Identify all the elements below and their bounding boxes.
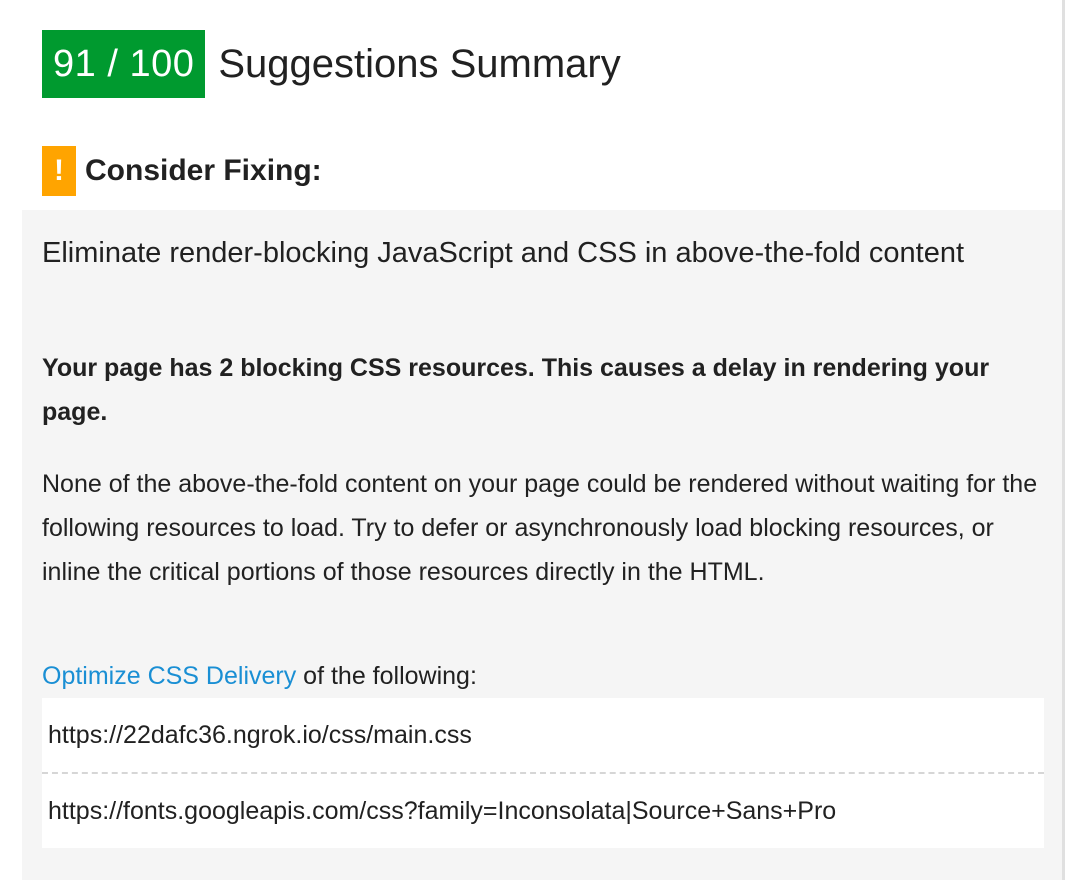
consider-fixing-heading: ! Consider Fixing: <box>42 146 322 196</box>
resource-list: https://22dafc36.ngrok.io/css/main.css h… <box>42 698 1044 848</box>
rule-title[interactable]: Eliminate render-blocking JavaScript and… <box>42 228 1032 278</box>
resource-url: https://fonts.googleapis.com/css?family=… <box>42 772 1044 848</box>
section-label: Consider Fixing: <box>85 154 322 187</box>
optimize-css-delivery-link[interactable]: Optimize CSS Delivery <box>42 662 296 690</box>
warning-icon: ! <box>42 146 76 196</box>
optimize-line: Optimize CSS Delivery of the following: <box>42 654 477 698</box>
resource-url: https://22dafc36.ngrok.io/css/main.css <box>48 721 472 749</box>
right-divider <box>1062 0 1065 880</box>
rule-explanation: None of the above-the-fold content on yo… <box>42 470 1038 586</box>
rule-panel: Eliminate render-blocking JavaScript and… <box>22 210 1062 880</box>
optimize-suffix: of the following: <box>296 662 477 690</box>
summary-header: 91 / 100 Suggestions Summary <box>42 30 621 98</box>
rule-summary: Your page has 2 blocking CSS resources. … <box>42 354 990 426</box>
page-title: Suggestions Summary <box>218 41 621 86</box>
score-badge: 91 / 100 <box>42 30 206 98</box>
page: 91 / 100 Suggestions Summary ! Consider … <box>0 0 1084 880</box>
